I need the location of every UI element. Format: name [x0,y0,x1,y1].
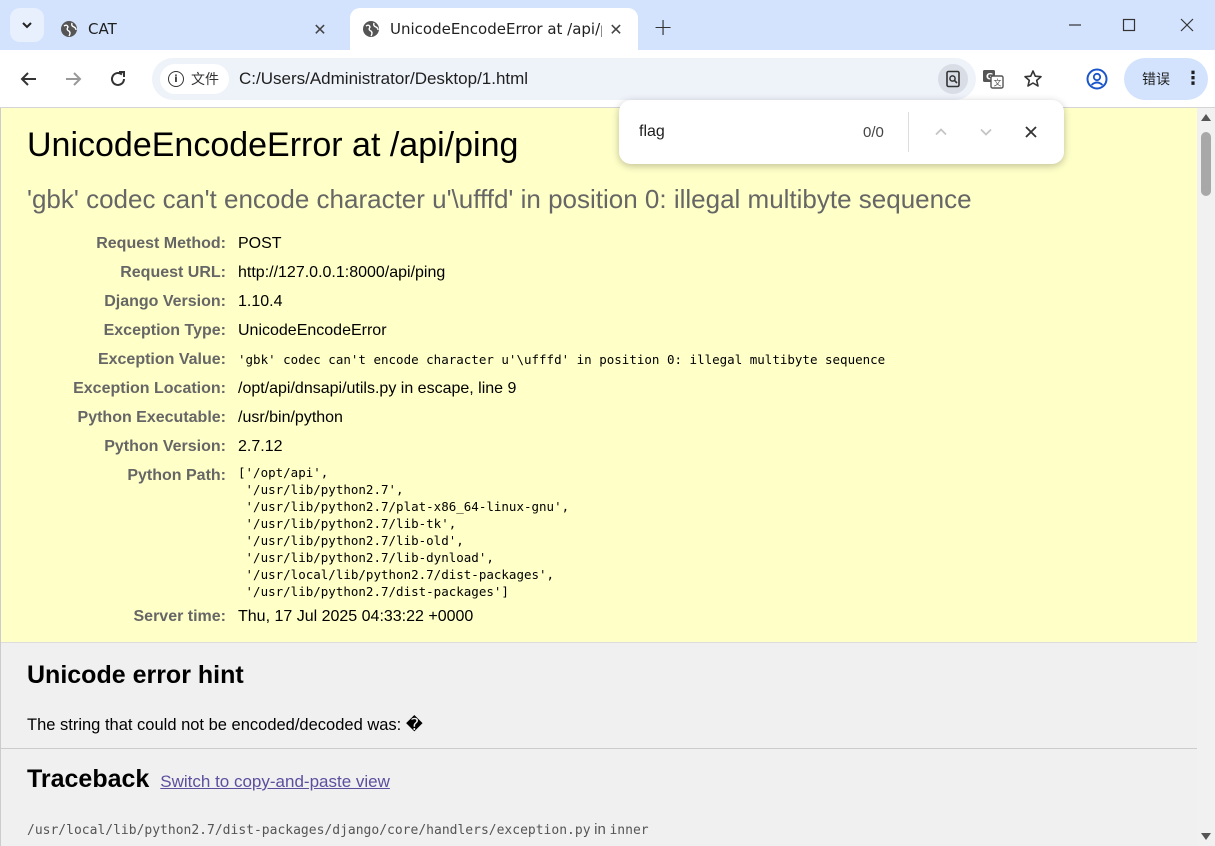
find-next-button[interactable] [970,116,1002,148]
svg-text:文: 文 [994,78,1002,88]
profile-icon[interactable] [1082,64,1112,94]
error-subtitle: 'gbk' codec can't encode character u'\uf… [27,184,972,214]
find-input[interactable]: flag [639,123,665,141]
frame-file: /usr/local/lib/python2.7/dist-packages/d… [27,823,591,838]
meta-value: 2.7.12 [238,438,283,455]
back-button[interactable] [12,62,46,96]
reload-icon [111,71,125,86]
traceback-heading: Traceback Switch to copy-and-paste view [27,765,390,794]
divider [908,112,909,152]
close-icon [1180,18,1194,32]
find-close-button[interactable] [1015,116,1047,148]
hint-text: The string that could not be encoded/dec… [27,716,423,734]
scroll-thumb[interactable] [1201,132,1211,196]
maximize-button[interactable] [1106,8,1152,42]
chevron-down-icon [980,128,992,136]
meta-label: Python Version: [104,438,226,455]
traceback-frame[interactable]: /usr/local/lib/python2.7/dist-packages/d… [27,821,649,838]
error-label: 错误 [1142,72,1170,88]
globe-icon [362,20,380,38]
translate-icon[interactable]: G文 [978,64,1008,94]
browser-error-button[interactable]: 错误 ⋮ [1124,58,1208,100]
python-path-list: ['/opt/api', '/usr/lib/python2.7', '/usr… [238,465,570,599]
frame-function: inner [609,823,649,838]
meta-label: Django Version: [104,293,226,310]
find-previous-button[interactable] [925,116,957,148]
find-match-count: 0/0 [863,124,884,141]
meta-value: 1.10.4 [238,293,283,310]
meta-value: POST [238,235,282,252]
tab-unicode-error[interactable]: UnicodeEncodeError at /api/ping ✕ [350,8,638,50]
close-icon[interactable]: ✕ [602,15,630,43]
minimize-button[interactable] [1052,8,1098,42]
meta-value: /usr/bin/python [238,409,343,426]
info-icon: i [168,71,184,87]
more-vert-icon: ⋮ [1184,68,1202,89]
maximize-icon [1122,18,1136,32]
reload-button[interactable] [101,62,135,96]
traceback-title: Traceback [27,765,150,793]
close-icon[interactable]: ✕ [306,15,334,43]
find-bar: flag 0/0 [619,100,1064,164]
meta-label: Python Path: [127,467,226,484]
minimize-icon [1069,24,1081,26]
arrow-left-icon [20,72,36,86]
star-icon[interactable] [1018,64,1048,94]
find-in-page-icon[interactable] [938,64,968,94]
tab-title: UnicodeEncodeError at /api/ping [390,20,602,38]
error-title: UnicodeEncodeError at /api/ping [27,126,519,164]
url-text[interactable]: C:/Users/Administrator/Desktop/1.html [239,69,528,89]
meta-label: Request Method: [96,235,226,252]
window-close-button[interactable] [1164,8,1210,42]
chevron-down-icon [22,22,32,29]
error-summary: UnicodeEncodeError at /api/ping 'gbk' co… [1,108,1197,643]
close-icon [1025,126,1037,138]
copy-paste-view-link[interactable]: Switch to copy-and-paste view [160,772,390,791]
chevron-up-icon [935,128,947,136]
meta-label: Request URL: [120,264,226,281]
scroll-down-arrow-icon[interactable] [1201,833,1211,840]
chip-label: 文件 [191,72,219,88]
meta-label: Exception Type: [103,322,226,339]
globe-icon [60,20,78,38]
hint-title: Unicode error hint [27,661,244,689]
address-bar[interactable]: i 文件 C:/Users/Administrator/Desktop/1.ht… [152,58,1042,100]
unicode-hint-section: Unicode error hint The string that could… [1,643,1197,749]
meta-label: Exception Location: [73,380,226,397]
meta-value: http://127.0.0.1:8000/api/ping [238,264,446,281]
meta-label: Python Executable: [77,409,226,426]
meta-value: UnicodeEncodeError [238,322,387,339]
scroll-up-arrow-icon[interactable] [1201,114,1211,121]
meta-value: 'gbk' codec can't encode character u'\uf… [238,352,886,367]
new-tab-button[interactable]: + [648,12,678,42]
meta-value: Thu, 17 Jul 2025 04:33:22 +0000 [238,608,474,625]
meta-label: Exception Value: [97,351,226,368]
tab-cat[interactable]: CAT ✕ [48,8,342,50]
meta-label: Server time: [133,608,227,625]
frame-in: in [594,821,606,838]
tab-strip: CAT ✕ UnicodeEncodeError at /api/ping ✕ … [0,0,1215,50]
site-info-chip[interactable]: i 文件 [160,64,229,94]
meta-value: /opt/api/dnsapi/utils.py in escape, line… [238,380,517,397]
page-content: UnicodeEncodeError at /api/ping 'gbk' co… [0,108,1197,846]
forward-button[interactable] [56,62,90,96]
arrow-right-icon [66,72,82,86]
tab-title: CAT [88,20,117,38]
page-scrollbar[interactable] [1197,108,1215,846]
traceback-section: Traceback Switch to copy-and-paste view … [1,749,1197,846]
tab-search-button[interactable] [10,8,44,42]
